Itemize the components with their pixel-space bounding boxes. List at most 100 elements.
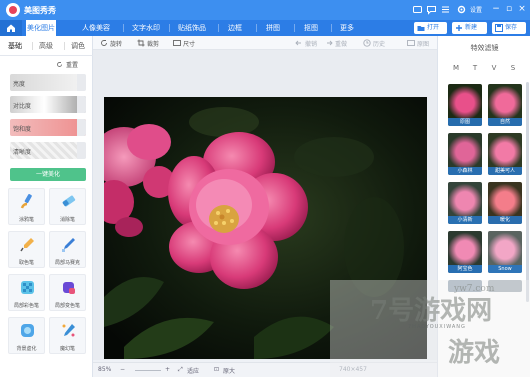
tab-divider: [331, 24, 332, 32]
contrast-slider[interactable]: 对比度: [10, 96, 86, 113]
rotate-button[interactable]: 旋转: [100, 39, 122, 48]
filter-label: 小森林: [448, 167, 482, 175]
close-icon[interactable]: ×: [516, 3, 528, 15]
filter-label: 小清新: [448, 216, 482, 224]
filter-item[interactable]: 原图: [448, 84, 482, 126]
app-logo-icon: [6, 3, 20, 17]
color-picker-icon: [20, 238, 34, 252]
tab-stickers[interactable]: 贴纸饰品: [174, 20, 210, 36]
zoom-slider[interactable]: [135, 370, 161, 371]
history-button[interactable]: 历史: [363, 39, 385, 48]
tool-background-blur[interactable]: 背景虚化: [8, 317, 45, 354]
slider-knob[interactable]: [77, 119, 86, 136]
brush-icon: [20, 194, 32, 209]
subtab-advanced[interactable]: 高级: [39, 41, 53, 51]
tool-label: 涂鸦笔: [18, 217, 34, 223]
filter-label: 自然: [488, 118, 522, 126]
filter-tab-t[interactable]: T: [469, 62, 481, 74]
maximize-icon[interactable]: ▫: [503, 3, 515, 15]
slider-knob[interactable]: [77, 74, 86, 91]
blur-icon: [21, 324, 34, 337]
compare-button[interactable]: 原图: [407, 39, 429, 48]
save-icon: [495, 24, 503, 32]
rotate-icon: [101, 40, 107, 46]
new-button[interactable]: 新建: [452, 22, 487, 34]
actual-size-icon[interactable]: ⊡: [214, 366, 219, 373]
tool-eraser[interactable]: 消除笔: [49, 188, 86, 225]
open-button[interactable]: 打开: [414, 22, 447, 34]
tool-label: 魔幻笔: [59, 346, 75, 352]
reset-icon[interactable]: [56, 61, 63, 68]
main-tab-bar: 美化图片 人像美容 文字水印 贴纸饰品 边框 拼图 抠图 更多 打开 新建 保存: [0, 20, 530, 36]
filter-item[interactable]: 小森林: [448, 133, 482, 175]
redo-button[interactable]: 重做: [325, 39, 347, 48]
tab-text-watermark[interactable]: 文字水印: [128, 20, 164, 36]
filters-scrollbar[interactable]: [526, 82, 529, 302]
filter-item[interactable]: 阿宝色: [448, 231, 482, 273]
filter-item[interactable]: 甜美可人: [488, 133, 522, 175]
saturation-slider[interactable]: 饱和度: [10, 119, 86, 136]
gear-icon[interactable]: [456, 4, 467, 15]
zoom-in-button[interactable]: +: [165, 366, 170, 373]
filter-label: 原图: [448, 118, 482, 126]
home-button[interactable]: [0, 20, 22, 36]
brightness-slider[interactable]: 亮度: [10, 74, 86, 91]
tool-label: 消除笔: [59, 217, 75, 223]
tab-frames[interactable]: 边框: [222, 20, 248, 36]
subtab-basic[interactable]: 基础: [8, 41, 22, 51]
zoom-out-button[interactable]: −: [120, 366, 125, 373]
resize-button[interactable]: 尺寸: [173, 39, 195, 48]
crop-button[interactable]: 裁剪: [137, 39, 159, 48]
compare-icon: [407, 40, 415, 46]
tab-cutout[interactable]: 抠图: [298, 20, 324, 36]
auto-beautify-button[interactable]: 一键美化: [10, 168, 86, 181]
color-pen-icon: [21, 281, 34, 294]
tool-color-picker[interactable]: 取色笔: [8, 231, 45, 268]
tab-more[interactable]: 更多: [334, 20, 360, 36]
filter-tab-m[interactable]: M: [450, 62, 462, 74]
tool-local-recolor-pen[interactable]: 局部变色笔: [49, 274, 86, 311]
clarity-slider[interactable]: 清晰度: [10, 142, 86, 159]
settings-label[interactable]: 设置: [470, 5, 482, 14]
filter-tab-v[interactable]: V: [488, 62, 500, 74]
tool-label: 局部马赛克: [54, 260, 80, 266]
slider-knob[interactable]: [77, 96, 86, 113]
contrast-label: 对比度: [13, 103, 32, 110]
filter-tab-s[interactable]: S: [507, 62, 519, 74]
slider-knob[interactable]: [77, 142, 86, 159]
fit-icon[interactable]: ⤢: [178, 366, 183, 374]
tab-beautify[interactable]: 美化图片: [26, 20, 56, 36]
undo-button[interactable]: 撤销: [295, 39, 317, 48]
tool-magic-pen[interactable]: 魔幻笔: [49, 317, 86, 354]
left-panel: 基础 高级 调色 重置 亮度 对比度 饱和度 清晰度 一键美化 涂鸦笔 消除笔 …: [0, 36, 93, 377]
actual-size-button[interactable]: 原大: [223, 366, 235, 375]
save-label: 保存: [505, 24, 518, 31]
tool-local-color-pen[interactable]: 局部彩色笔: [8, 274, 45, 311]
watermark-domain: yw7.com: [454, 284, 495, 294]
tool-doodle-pen[interactable]: 涂鸦笔: [8, 188, 45, 225]
filter-item[interactable]: 暖化: [488, 182, 522, 224]
tab-portrait[interactable]: 人像美容: [78, 20, 114, 36]
subtab-color[interactable]: 调色: [71, 41, 85, 51]
fit-button[interactable]: 适应: [187, 366, 199, 375]
plus-icon: [456, 25, 462, 31]
filter-item[interactable]: 自然: [488, 84, 522, 126]
tool-local-mosaic[interactable]: 局部马赛克: [49, 231, 86, 268]
clock-icon: [363, 39, 371, 47]
filter-label: 甜美可人: [488, 167, 522, 175]
filter-label: 阿宝色: [448, 265, 482, 273]
tab-divider: [256, 24, 257, 32]
reset-button[interactable]: 重置: [66, 60, 78, 69]
skin-icon[interactable]: [412, 4, 423, 15]
tab-collage[interactable]: 拼图: [260, 20, 286, 36]
minimize-icon[interactable]: −: [490, 3, 502, 15]
message-icon[interactable]: [426, 4, 437, 15]
subtab-divider: [64, 42, 65, 50]
save-button[interactable]: 保存: [492, 22, 526, 34]
filter-item[interactable]: Snow: [488, 231, 522, 273]
compare-label: 原图: [417, 41, 430, 48]
crop-icon: [137, 39, 145, 47]
menu-icon[interactable]: [440, 4, 451, 15]
redo-label: 重做: [335, 41, 348, 48]
filter-item[interactable]: 小清新: [448, 182, 482, 224]
